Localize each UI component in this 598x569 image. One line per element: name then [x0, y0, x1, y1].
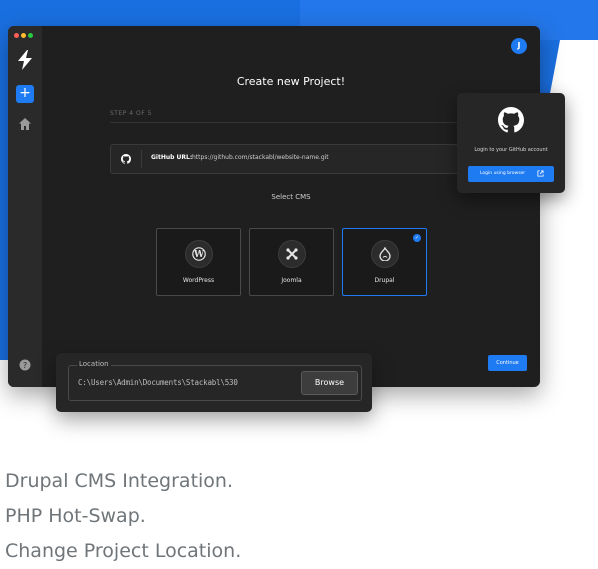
wordpress-icon-circle: W: [185, 240, 213, 268]
wordpress-icon: W: [192, 247, 206, 261]
location-path[interactable]: C:\Users\Admin\Documents\Stackabl\530: [78, 378, 238, 387]
maximize-window-button[interactable]: [28, 33, 33, 38]
continue-button[interactable]: Continue: [488, 355, 527, 371]
github-login-popup: Login to your GitHub account Login using…: [457, 93, 565, 193]
drupal-icon: [379, 247, 391, 261]
close-window-button[interactable]: [14, 33, 19, 38]
login-using-browser-button[interactable]: Login using browser: [468, 166, 554, 182]
cms-option-label: Drupal: [374, 277, 395, 284]
cms-option-label: WordPress: [182, 277, 215, 284]
user-avatar[interactable]: J: [511, 38, 527, 54]
add-project-button[interactable]: +: [16, 85, 34, 103]
drupal-icon-circle: [371, 240, 399, 268]
field-separator: [141, 150, 142, 168]
feature-item: Drupal CMS Integration.: [5, 470, 233, 492]
svg-text:W: W: [193, 250, 205, 260]
page-title: Create new Project!: [236, 75, 346, 88]
home-icon[interactable]: [18, 117, 32, 131]
github-icon: [121, 154, 131, 164]
help-icon[interactable]: ?: [19, 359, 31, 371]
login-button-label: Login using browser: [480, 171, 526, 176]
bolt-logo-icon[interactable]: [16, 50, 34, 70]
location-card: Location C:\Users\Admin\Documents\Stacka…: [56, 353, 372, 412]
github-url-value[interactable]: https://github.com/stackabl/website-name…: [192, 154, 329, 161]
joomla-icon: [286, 248, 298, 260]
step-indicator: STEP 4 OF 5: [110, 110, 152, 117]
github-icon: [498, 107, 524, 133]
github-url-field[interactable]: GitHub URL: https://github.com/stackabl/…: [110, 144, 472, 174]
cms-option-label: Joomla: [281, 277, 302, 284]
location-label: Location: [77, 360, 111, 368]
cms-option-joomla[interactable]: Joomla: [249, 228, 334, 296]
divider: [110, 122, 470, 123]
feature-list: Drupal CMS Integration. PHP Hot-Swap. Ch…: [5, 464, 241, 569]
feature-item: PHP Hot-Swap.: [5, 505, 146, 527]
select-cms-heading: Select CMS: [271, 193, 311, 201]
browse-button[interactable]: Browse: [301, 371, 358, 395]
sidebar: + ?: [8, 26, 42, 387]
svg-text:?: ?: [23, 361, 27, 370]
github-login-text: Login to your GitHub account: [474, 147, 548, 153]
location-field[interactable]: Location C:\Users\Admin\Documents\Stacka…: [68, 360, 362, 401]
minimize-window-button[interactable]: [21, 33, 26, 38]
github-url-label: GitHub URL:: [151, 154, 193, 161]
joomla-icon-circle: [278, 240, 306, 268]
feature-item: Change Project Location.: [5, 540, 242, 562]
cms-option-wordpress[interactable]: W WordPress: [156, 228, 241, 296]
app-window: + ? J Create new Project! STEP 4 OF 5 Gi…: [8, 26, 540, 387]
cms-option-drupal[interactable]: ✓ Drupal: [342, 228, 427, 296]
checkmark-icon: ✓: [413, 234, 421, 242]
external-link-icon: [537, 170, 544, 177]
